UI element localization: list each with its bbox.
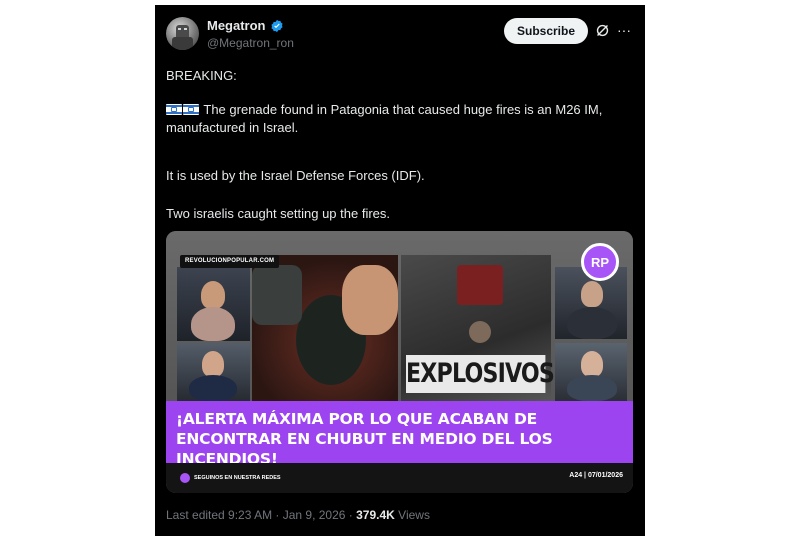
post-line-grenade: The grenade found in Patagonia that caus… <box>166 101 636 137</box>
media-headline: ¡ALERTA MÁXIMA POR LO QUE ACABAN DE ENCO… <box>166 401 633 468</box>
author-name-row[interactable]: Megatron <box>207 18 284 33</box>
post-line-israelis: Two israelis caught setting up the fires… <box>166 206 391 221</box>
follow-us: SEGUINOS EN NUESTRA REDES <box>180 473 281 483</box>
views-label: Views <box>394 508 430 522</box>
news-anchor-panel-top-left <box>177 267 250 341</box>
grenade-photo <box>252 255 398 401</box>
news-anchor-panel-bottom-left <box>177 343 250 401</box>
media-footer-bar: SEGUINOS EN NUESTRA REDES A24 | 07/01/20… <box>166 463 633 493</box>
media-date: A24 | 07/01/2026 <box>569 472 623 479</box>
site-tag: REVOLUCIONPOPULAR.COM <box>180 255 280 268</box>
follow-text: SEGUINOS EN NUESTRA REDES <box>194 475 281 481</box>
author-handle[interactable]: @Megatron_ron <box>207 36 294 50</box>
more-icon[interactable]: ··· <box>617 22 633 38</box>
post-line-grenade-text: The grenade found in Patagonia that caus… <box>166 102 603 135</box>
grok-icon[interactable] <box>594 22 611 39</box>
post-line-breaking: BREAKING: <box>166 68 237 83</box>
post-line-idf: It is used by the Israel Defense Forces … <box>166 168 425 183</box>
israel-flag-icon <box>183 104 199 115</box>
rp-logo: RP <box>581 243 619 281</box>
news-anchor-panel-bottom-right <box>555 343 627 401</box>
explosivos-banner: EXPLOSIVOS <box>406 355 555 393</box>
edited-timestamp[interactable]: Last edited 9:23 AM · Jan 9, 2026 · <box>166 508 356 522</box>
media-image[interactable]: EXPLOSIVOS REVOLUCIONPOPULAR.COM RP ¡ALE… <box>166 231 633 493</box>
verified-badge-icon <box>270 19 283 32</box>
post-meta: Last edited 9:23 AM · Jan 9, 2026 · 379.… <box>166 508 430 522</box>
israel-flag-icon <box>166 104 182 115</box>
views-count: 379.4K <box>356 508 395 522</box>
subscribe-button[interactable]: Subscribe <box>504 18 588 44</box>
social-icon <box>180 473 190 483</box>
avatar[interactable] <box>166 17 199 50</box>
author-name[interactable]: Megatron <box>207 18 266 33</box>
tweet-card: Megatron @Megatron_ron Subscribe ··· BRE… <box>155 5 645 536</box>
